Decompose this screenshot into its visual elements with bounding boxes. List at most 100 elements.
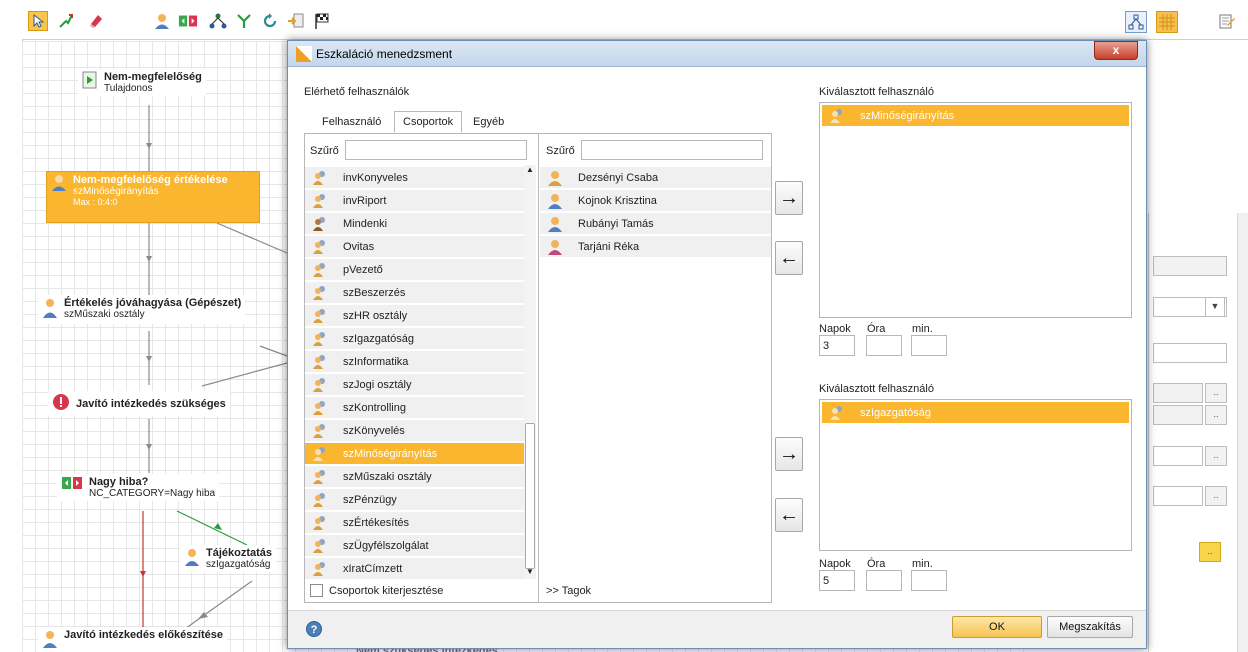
hours-input-1[interactable] — [866, 335, 902, 356]
group-row[interactable]: szPénzügy — [305, 489, 524, 511]
properties-scrollbar[interactable] — [1237, 213, 1248, 652]
workflow-node-evaluation[interactable]: Nem-megfelelőség értékelése szMinőségirá… — [46, 171, 260, 223]
group-row[interactable]: szIgazgatóság — [305, 328, 524, 350]
workflow-node-corrective-prep[interactable]: Javító intézkedés előkészítése — [38, 627, 227, 652]
cancel-button[interactable]: Megszakítás — [1047, 616, 1133, 638]
group-row[interactable]: szHR osztály — [305, 305, 524, 327]
groups-list: invKonyveles invRiport Mindenki Ovitas p… — [305, 165, 538, 579]
selected-user-row[interactable]: szMinőségirányítás — [822, 105, 1129, 127]
group-row-selected[interactable]: szMinőségirányítás — [305, 443, 528, 465]
workflow-node-start[interactable]: Nem-megfelelőség Tulajdonos — [78, 69, 206, 96]
group-row[interactable]: invRiport — [305, 190, 524, 212]
group-row[interactable]: Ovitas — [305, 236, 524, 258]
user-icon — [546, 239, 564, 255]
groups-filter-input[interactable] — [345, 140, 527, 160]
node-title: Értékelés jóváhagyása (Gépészet) — [64, 297, 242, 309]
finish-flag-icon[interactable] — [312, 11, 332, 31]
escalation-dialog: Eszkaláció menedzsment x Elérhető felhas… — [287, 40, 1147, 649]
loop-icon[interactable] — [260, 11, 280, 31]
connector-icon[interactable] — [56, 11, 76, 31]
user-icon — [546, 193, 564, 209]
browse-button[interactable]: .. — [1205, 383, 1227, 403]
browse-button[interactable]: .. — [1205, 405, 1227, 425]
group-row[interactable]: Mindenki — [305, 213, 524, 235]
close-button[interactable]: x — [1094, 41, 1138, 60]
tab-users[interactable]: Felhasználó — [314, 112, 389, 134]
browse-button[interactable]: .. — [1205, 446, 1227, 466]
member-name: Tarjáni Réka — [578, 240, 640, 253]
layout-icon[interactable] — [1125, 11, 1147, 33]
selected-user-list-1: szMinőségirányítás — [819, 102, 1132, 318]
group-row[interactable]: szKönyvelés — [305, 420, 524, 442]
property-field[interactable] — [1153, 405, 1203, 425]
expand-groups-checkbox[interactable] — [310, 584, 323, 597]
node-title: Nem-megfelelőség értékelése — [73, 174, 228, 186]
workflow-node-approval[interactable]: Értékelés jóváhagyása (Gépészet) szMűsza… — [38, 295, 246, 324]
member-row[interactable]: Kojnok Krisztina — [540, 190, 771, 212]
remove-selected-button-1[interactable]: ← — [775, 241, 803, 275]
group-row[interactable]: pVezető — [305, 259, 524, 281]
help-icon[interactable]: ? — [306, 621, 322, 637]
group-name: invKonyveles — [343, 171, 408, 184]
group-row[interactable]: szInformatika — [305, 351, 524, 373]
node-max-time: Max : 0:4:0 — [73, 197, 118, 207]
member-row[interactable]: Dezsényi Csaba — [540, 167, 771, 189]
minutes-input-1[interactable] — [911, 335, 947, 356]
workflow-node-corrective-needed[interactable]: Javító intézkedés szükséges — [48, 391, 230, 416]
user-task-icon[interactable] — [152, 11, 172, 31]
remove-selected-button-2[interactable]: ← — [775, 498, 803, 532]
group-name: Ovitas — [343, 240, 375, 253]
groups-scrollbar[interactable]: ▲ ▼ — [524, 165, 536, 579]
edit-icon[interactable] — [1217, 11, 1237, 31]
property-field[interactable] — [1153, 256, 1227, 276]
workflow-node-notification[interactable]: Tájékoztatás szIgazgatóság — [180, 545, 277, 572]
grid-icon[interactable] — [1156, 11, 1178, 33]
browse-button[interactable]: .. — [1199, 542, 1221, 562]
days-input-1[interactable]: 3 — [819, 335, 855, 356]
group-row[interactable]: szBeszerzés — [305, 282, 524, 304]
add-selected-button-1[interactable]: → — [775, 181, 803, 215]
scroll-up-icon[interactable]: ▲ — [526, 165, 534, 174]
group-row[interactable]: szMűszaki osztály — [305, 466, 524, 488]
dialog-titlebar[interactable]: Eszkaláció menedzsment x — [288, 41, 1146, 67]
pointer-icon[interactable] — [28, 11, 48, 31]
ok-button[interactable]: OK — [952, 616, 1042, 638]
top-toolbar — [22, 4, 1248, 40]
browse-button[interactable]: .. — [1205, 486, 1227, 506]
group-row[interactable]: szJogi osztály — [305, 374, 524, 396]
group-icon — [311, 239, 329, 255]
tab-groups[interactable]: Csoportok — [394, 111, 463, 133]
split-icon[interactable] — [234, 11, 254, 31]
scroll-down-icon[interactable]: ▼ — [526, 567, 534, 576]
group-row[interactable]: szKontrolling — [305, 397, 524, 419]
dropdown-arrow-icon[interactable]: ▼ — [1205, 297, 1225, 317]
group-row[interactable]: invKonyveles — [305, 167, 524, 189]
member-row[interactable]: Rubányi Tamás — [540, 213, 771, 235]
group-icon — [311, 561, 329, 577]
members-link[interactable]: >> Tagok — [546, 585, 591, 597]
add-selected-button-2[interactable]: → — [775, 437, 803, 471]
selected-user-row[interactable]: szIgazgatóság — [822, 402, 1129, 424]
hours-input-2[interactable] — [866, 570, 902, 591]
members-filter-input[interactable] — [581, 140, 763, 160]
property-input[interactable] — [1153, 486, 1203, 506]
member-row[interactable]: Tarjáni Réka — [540, 236, 771, 258]
decision-icon[interactable] — [178, 11, 198, 31]
scrollbar-thumb[interactable] — [525, 423, 535, 569]
property-input[interactable] — [1153, 446, 1203, 466]
group-row[interactable]: xIratCímzett — [305, 558, 524, 579]
tab-other[interactable]: Egyéb — [465, 112, 512, 134]
selected-user-label-2: Kiválasztott felhasználó — [819, 383, 934, 395]
eraser-icon[interactable] — [86, 11, 106, 31]
group-row[interactable]: szÜgyfélszolgálat — [305, 535, 524, 557]
group-icon[interactable] — [208, 11, 228, 31]
property-input[interactable] — [1153, 343, 1227, 363]
property-field[interactable] — [1153, 383, 1203, 403]
days-input-2[interactable]: 5 — [819, 570, 855, 591]
selected-user-list-2: szIgazgatóság — [819, 399, 1132, 551]
workflow-node-big-error[interactable]: Nagy hiba? NC_CATEGORY=Nagy hiba — [57, 474, 220, 501]
group-row[interactable]: szÉrtékesítés — [305, 512, 524, 534]
minutes-input-2[interactable] — [911, 570, 947, 591]
import-icon[interactable] — [286, 11, 306, 31]
group-name: szÜgyfélszolgálat — [343, 539, 429, 552]
